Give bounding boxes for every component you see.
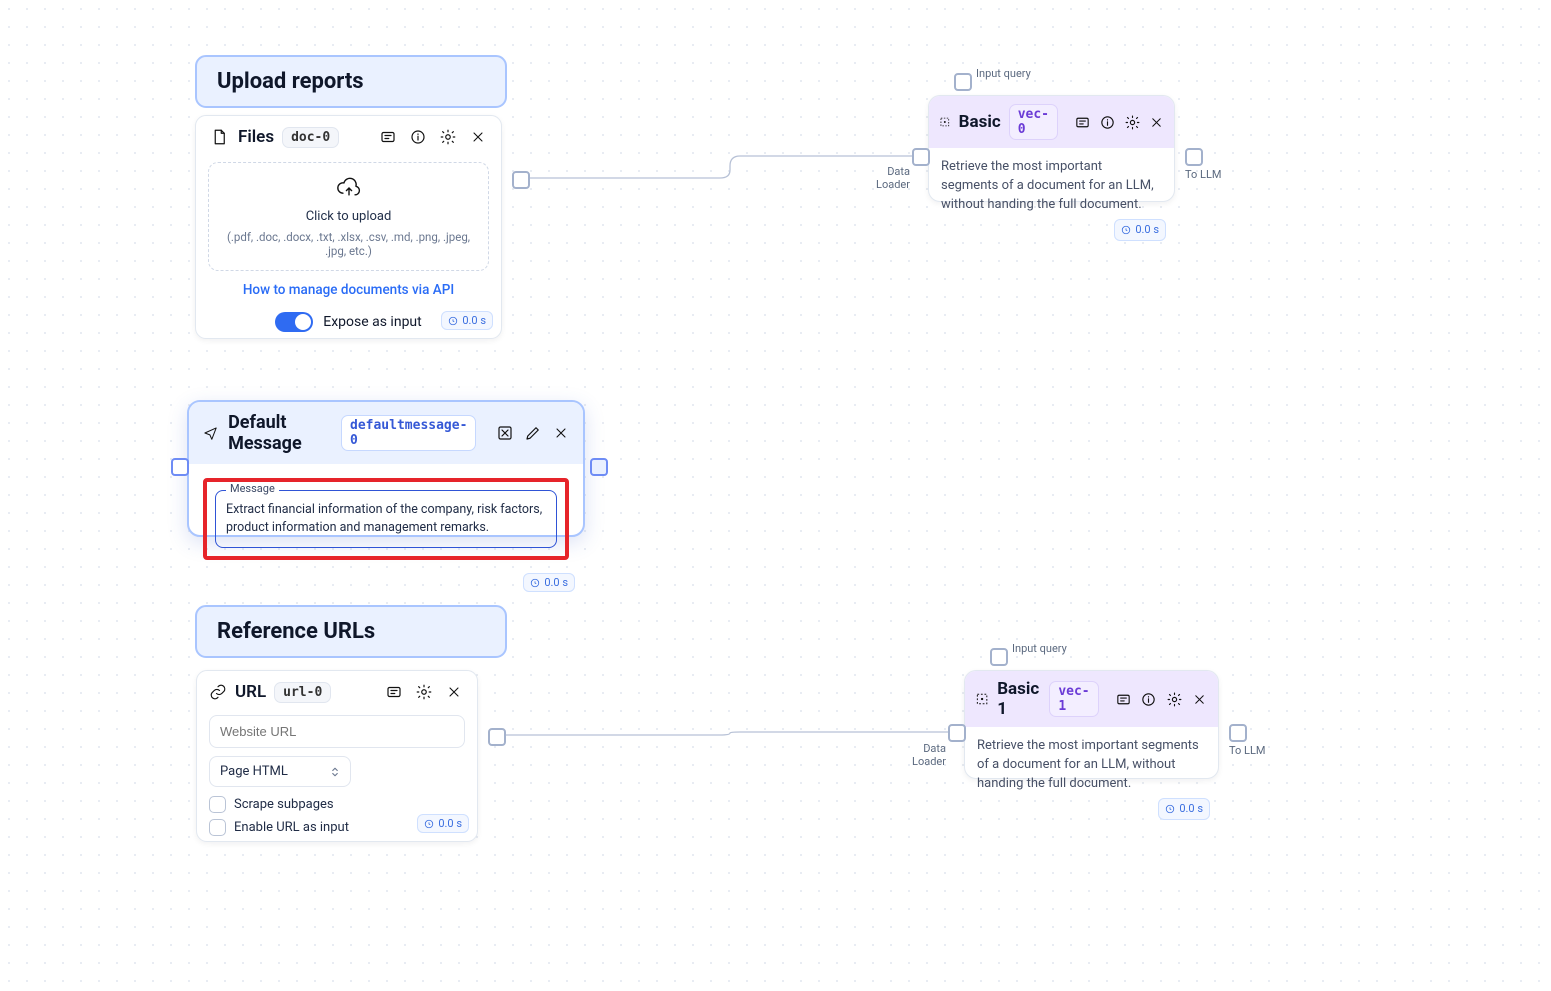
dm-output-port[interactable]: [590, 458, 608, 476]
basic-description: Retrieve the most important segments of …: [977, 738, 1199, 791]
info-icon[interactable]: [1140, 688, 1157, 710]
edit-icon[interactable]: [524, 422, 542, 444]
scrape-subpages-row[interactable]: Scrape subpages: [209, 793, 465, 816]
close-icon[interactable]: [1149, 111, 1164, 133]
basic2-data-loader-port[interactable]: [948, 724, 966, 742]
basic1-dl-label1: Data: [878, 165, 910, 178]
note-icon[interactable]: [1074, 111, 1091, 133]
basic2-out-label: To LLM: [1229, 744, 1266, 757]
upload-dropzone[interactable]: Click to upload (.pdf, .doc, .docx, .txt…: [208, 162, 489, 271]
focus-icon: [939, 113, 951, 131]
default-message-title: Default Message: [228, 412, 331, 454]
url-output-port[interactable]: [488, 728, 506, 746]
focus-icon: [975, 690, 989, 708]
basic-node-vec0[interactable]: Basic vec-0 Retrieve the most important …: [928, 95, 1175, 202]
basic1-output-port[interactable]: [1185, 148, 1203, 166]
section-title-text: Upload reports: [217, 69, 364, 94]
basic-time-chip: 0.0 s: [1158, 798, 1210, 820]
clock-icon: [448, 316, 458, 326]
files-badge: doc-0: [282, 127, 339, 148]
info-icon[interactable]: [1099, 111, 1116, 133]
basic2-dl-label1: Data: [914, 742, 946, 755]
select-value: Page HTML: [220, 764, 288, 779]
default-message-header: Default Message defaultmessage-0: [189, 402, 583, 464]
upload-sub-text: (.pdf, .doc, .docx, .txt, .xlsx, .csv, .…: [217, 230, 480, 258]
variables-icon[interactable]: [496, 422, 514, 444]
default-message-badge: defaultmessage-0: [341, 415, 476, 451]
basic1-data-loader-port[interactable]: [912, 148, 930, 166]
basic1-out-label: To LLM: [1185, 168, 1222, 181]
url-badge: url-0: [274, 682, 331, 703]
website-url-input[interactable]: [209, 715, 465, 748]
close-icon[interactable]: [443, 681, 465, 703]
upload-main-text: Click to upload: [217, 209, 480, 224]
gear-icon[interactable]: [1165, 688, 1182, 710]
message-text[interactable]: Extract financial information of the com…: [226, 501, 546, 537]
basic2-input-label: Input query: [1012, 642, 1067, 655]
basic2-output-port[interactable]: [1229, 724, 1247, 742]
files-header: Files doc-0: [196, 116, 501, 158]
basic1-input-label: Input query: [976, 67, 1031, 80]
message-field[interactable]: Message Extract financial information of…: [215, 490, 557, 548]
checkbox[interactable]: [209, 819, 226, 836]
link-icon: [209, 683, 227, 701]
files-output-port[interactable]: [512, 171, 530, 189]
note-icon[interactable]: [1115, 688, 1132, 710]
check-label: Enable URL as input: [234, 820, 349, 835]
files-title: Files: [238, 127, 274, 147]
basic2-input-query-port[interactable]: [990, 648, 1008, 666]
url-node[interactable]: URL url-0 Page HTML Scrape subpages Enab…: [196, 670, 478, 842]
dm-input-port[interactable]: [171, 458, 189, 476]
basic1-dl-label2: Loader: [870, 178, 910, 191]
url-time-chip: 0.0 s: [417, 814, 469, 833]
basic1-input-query-port[interactable]: [954, 73, 972, 91]
gear-icon[interactable]: [437, 126, 459, 148]
basic-description: Retrieve the most important segments of …: [941, 159, 1154, 212]
manage-docs-link[interactable]: How to manage documents via API: [196, 271, 501, 306]
format-select[interactable]: Page HTML: [209, 756, 351, 787]
basic-title: Basic 1: [997, 679, 1041, 719]
expose-toggle[interactable]: [275, 312, 313, 332]
checkbox[interactable]: [209, 796, 226, 813]
basic-badge: vec-0: [1009, 104, 1058, 140]
section-title-reference-urls: Reference URLs: [195, 605, 507, 658]
basic-time-chip: 0.0 s: [1114, 219, 1166, 241]
section-title-upload-reports: Upload reports: [195, 55, 507, 108]
cloud-upload-icon: [336, 177, 362, 199]
dm-time-chip: 0.0 s: [523, 573, 575, 592]
info-icon[interactable]: [407, 126, 429, 148]
highlighted-region: Message Extract financial information of…: [203, 478, 569, 560]
check-label: Scrape subpages: [234, 797, 334, 812]
basic-badge: vec-1: [1049, 681, 1098, 717]
files-node[interactable]: Files doc-0 Click to upload (.pdf, .doc,…: [195, 115, 502, 339]
expose-toggle-label: Expose as input: [323, 314, 421, 330]
document-icon: [208, 126, 230, 148]
send-icon: [203, 423, 218, 443]
basic-header: Basic vec-0: [929, 96, 1174, 148]
basic-header: Basic 1 vec-1: [965, 671, 1218, 727]
basic-title: Basic: [959, 112, 1001, 132]
url-title: URL: [235, 682, 266, 702]
basic-node-vec1[interactable]: Basic 1 vec-1 Retrieve the most importan…: [964, 670, 1219, 779]
updown-icon: [330, 766, 340, 778]
basic2-dl-label2: Loader: [906, 755, 946, 768]
note-icon[interactable]: [377, 126, 399, 148]
gear-icon[interactable]: [1124, 111, 1141, 133]
close-icon[interactable]: [467, 126, 489, 148]
gear-icon[interactable]: [413, 681, 435, 703]
note-icon[interactable]: [383, 681, 405, 703]
close-icon[interactable]: [1191, 688, 1208, 710]
section-title-text: Reference URLs: [217, 619, 375, 644]
close-icon[interactable]: [552, 422, 569, 444]
message-legend: Message: [226, 482, 279, 495]
default-message-node[interactable]: Default Message defaultmessage-0 Message…: [187, 400, 585, 537]
url-header: URL url-0: [197, 671, 477, 713]
files-time-chip: 0.0 s: [441, 311, 493, 330]
